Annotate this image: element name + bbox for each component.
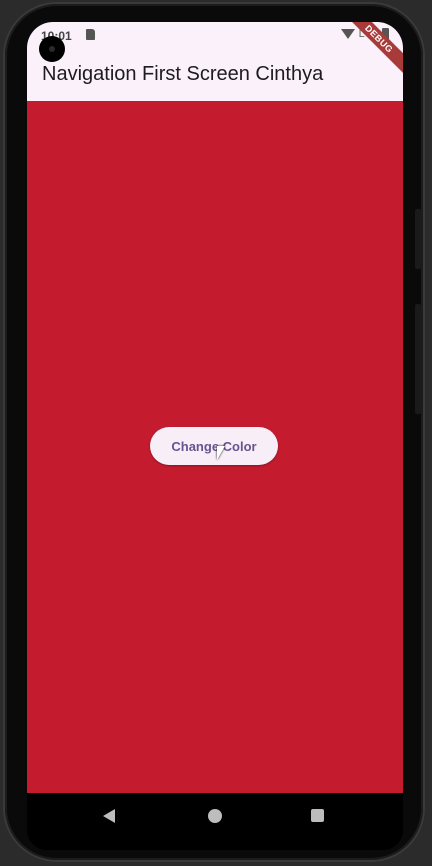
volume-button: [415, 209, 421, 269]
front-camera: [39, 36, 65, 62]
colored-body: Change Color: [27, 101, 403, 793]
wifi-icon: [340, 29, 355, 39]
camera-lens: [49, 46, 55, 52]
recents-icon[interactable]: [311, 809, 324, 822]
home-icon[interactable]: [208, 809, 222, 823]
status-bar: 10:01 LTE: [27, 22, 403, 48]
power-button: [415, 304, 421, 414]
system-nav-bar: [27, 793, 403, 850]
phone-screen: 10:01 LTE DEBUG Navigation First Screen …: [27, 22, 403, 850]
change-color-button[interactable]: Change Color: [150, 427, 278, 465]
app-bar: Navigation First Screen Cinthya: [27, 48, 403, 101]
mouse-cursor-icon: [217, 446, 225, 460]
sd-card-icon: [86, 29, 95, 40]
back-icon[interactable]: [103, 809, 115, 823]
app-bar-title: Navigation First Screen Cinthya: [42, 63, 324, 85]
